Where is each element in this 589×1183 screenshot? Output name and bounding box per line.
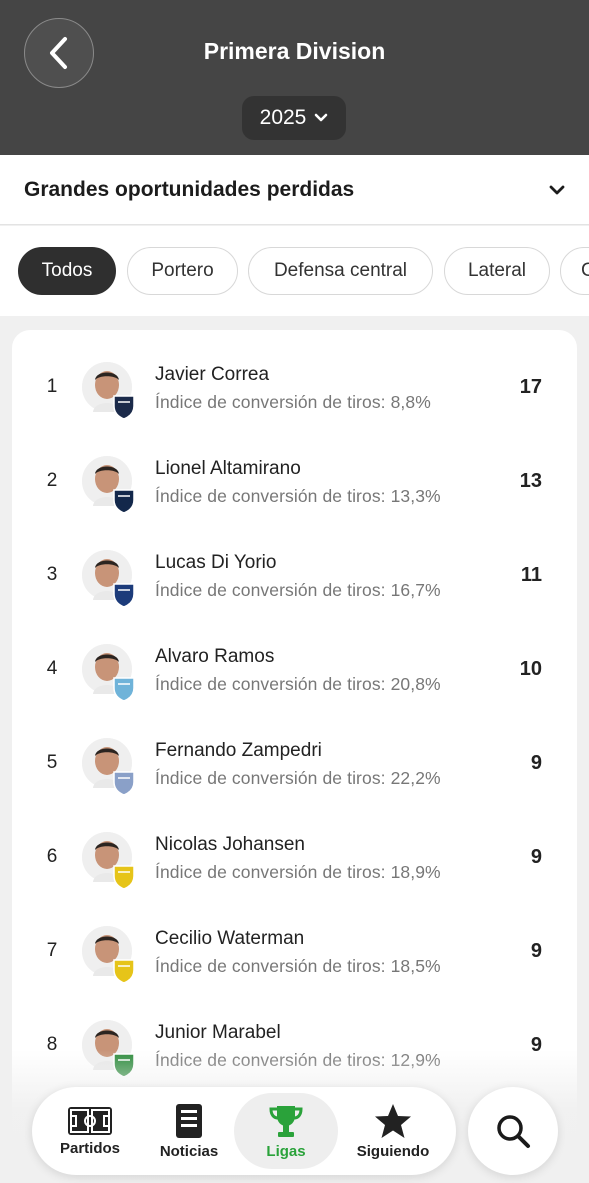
conversion-rate: Índice de conversión de tiros: 16,7%	[155, 580, 441, 600]
tab-label: Siguiendo	[356, 1142, 430, 1160]
tab-label: Ligas	[266, 1142, 306, 1160]
club-badge-icon	[112, 582, 136, 608]
player-name: Alvaro Ramos	[155, 646, 275, 667]
filter-chip-portero[interactable]: Portero	[127, 247, 238, 295]
conversion-rate: Índice de conversión de tiros: 8,8%	[155, 392, 431, 412]
conversion-rate: Índice de conversión de tiros: 22,2%	[155, 768, 441, 788]
player-row[interactable]: 4 Alvaro Ramos Índice de conversión de tir…	[12, 618, 577, 712]
stat-value: 17	[519, 376, 542, 398]
position-filter-bar: Todos Portero Defensa central Lateral C	[0, 226, 589, 316]
filter-chip-defensa-central[interactable]: Defensa central	[248, 247, 433, 295]
season-label: 2025	[259, 106, 307, 129]
chevron-down-icon	[549, 185, 565, 194]
search-button[interactable]	[468, 1087, 558, 1175]
rank-number: 4	[46, 658, 58, 679]
tab-label: Partidos	[59, 1139, 120, 1157]
player-row[interactable]: 1 Javier Correa Índice de conversión de ti…	[12, 336, 577, 430]
tab-siguiendo[interactable]: Siguiendo	[338, 1087, 448, 1175]
conversion-rate: Índice de conversión de tiros: 18,9%	[155, 862, 441, 882]
conversion-rate: Índice de conversión de tiros: 13,3%	[155, 486, 441, 506]
player-row[interactable]: 7 Cecilio Waterman Índice de conversión de…	[12, 900, 577, 994]
page-title: Primera Division	[203, 38, 386, 64]
stat-value: 9	[530, 752, 542, 774]
stat-value: 9	[530, 846, 542, 868]
rank-number: 2	[46, 470, 58, 491]
bottom-tab-bar: Partidos Noticias Ligas Siguiendo	[32, 1087, 456, 1175]
pitch-icon	[68, 1106, 112, 1135]
stat-value: 13	[519, 470, 542, 492]
chevron-down-icon	[315, 113, 328, 122]
club-badge-icon	[112, 676, 136, 702]
star-icon	[375, 1103, 411, 1138]
stat-selector-label: Grandes oportunidades perdidas	[24, 177, 355, 201]
conversion-rate: Índice de conversión de tiros: 18,5%	[155, 956, 441, 976]
player-name: Cecilio Waterman	[155, 928, 305, 949]
tab-ligas[interactable]: Ligas	[234, 1093, 338, 1169]
club-badge-icon	[112, 864, 136, 890]
stat-value: 9	[530, 940, 542, 962]
season-dropdown[interactable]: 2025	[242, 96, 346, 140]
player-name: Javier Correa	[155, 364, 270, 385]
rank-number: 1	[46, 376, 58, 397]
stat-selector[interactable]: Grandes oportunidades perdidas	[0, 155, 589, 225]
stat-value: 10	[519, 658, 542, 680]
top-header: Primera Division 2025	[0, 0, 589, 155]
player-name: Nicolas Johansen	[155, 834, 305, 855]
rank-number: 3	[46, 564, 58, 585]
player-row[interactable]: 2 Lionel Altamirano Índice de conversión d…	[12, 430, 577, 524]
player-name: Lionel Altamirano	[155, 458, 301, 479]
filter-chip-partial[interactable]: C	[560, 247, 589, 295]
tab-partidos[interactable]: Partidos	[38, 1087, 142, 1175]
player-row[interactable]: 3 Lucas Di Yorio Índice de conversión de t…	[12, 524, 577, 618]
player-name: Fernando Zampedri	[155, 740, 322, 761]
player-name: Lucas Di Yorio	[155, 552, 277, 573]
trophy-icon	[269, 1105, 303, 1137]
conversion-rate: Índice de conversión de tiros: 20,8%	[155, 674, 441, 694]
stat-value: 11	[520, 564, 542, 586]
club-badge-icon	[112, 394, 136, 420]
player-row[interactable]: 6 Nicolas Johansen Índice de conversión de…	[12, 806, 577, 900]
player-row[interactable]: 5 Fernando Zampedri Índice de conversión d…	[12, 712, 577, 806]
rank-number: 6	[46, 846, 58, 867]
player-name: Junior Marabel	[155, 1022, 281, 1043]
club-badge-icon	[112, 958, 136, 984]
club-badge-icon	[112, 770, 136, 796]
rank-number: 5	[46, 752, 58, 773]
tab-noticias[interactable]: Noticias	[137, 1087, 241, 1175]
search-icon	[497, 1115, 530, 1148]
filter-chip-todos[interactable]: Todos	[18, 247, 116, 295]
filter-chip-lateral[interactable]: Lateral	[444, 247, 550, 295]
club-badge-icon	[112, 488, 136, 514]
news-icon	[176, 1103, 202, 1138]
tab-label: Noticias	[159, 1142, 219, 1160]
rank-number: 7	[46, 940, 58, 961]
